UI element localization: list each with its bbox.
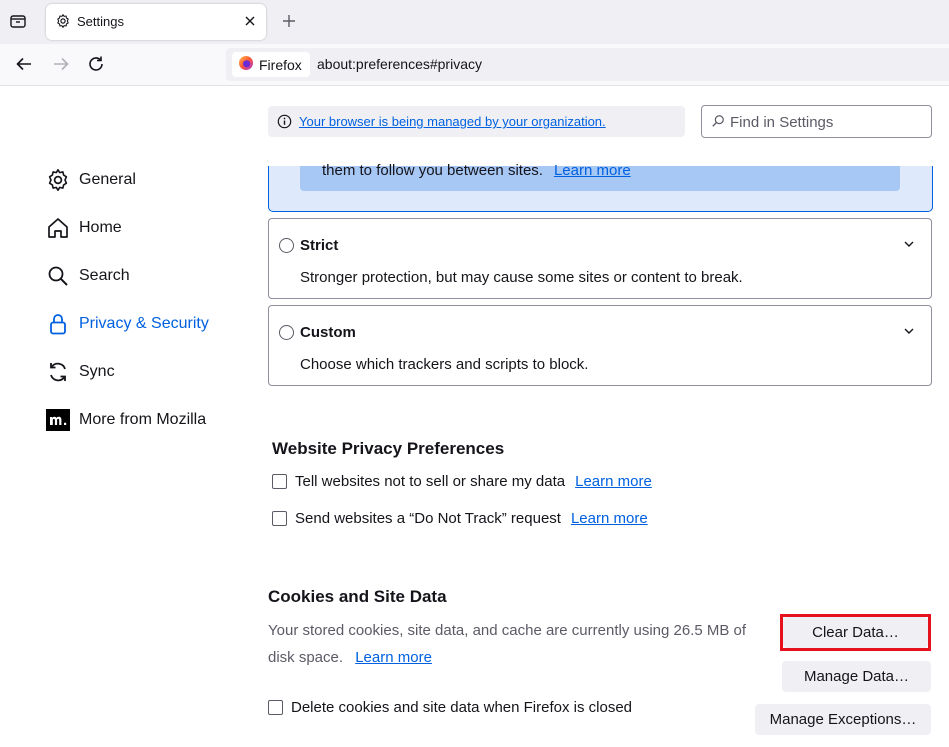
sidebar-item-label: Privacy & Security — [79, 315, 209, 332]
strict-option-card[interactable]: Strict Stronger protection, but may caus… — [268, 218, 932, 299]
delete-on-close-checkbox[interactable] — [268, 700, 283, 715]
strict-radio[interactable] — [279, 238, 294, 253]
cookies-usage-text-2: disk space. — [268, 649, 344, 666]
identity-box[interactable]: Firefox — [232, 52, 310, 77]
custom-description: Choose which trackers and scripts to blo… — [300, 356, 589, 373]
dnt-checkbox[interactable] — [272, 511, 287, 526]
reload-icon[interactable] — [86, 54, 106, 78]
sidebar-item-label: Search — [79, 267, 130, 284]
sidebar-item-label: More from Mozilla — [79, 411, 207, 428]
sidebar-item-label: Sync — [79, 363, 115, 380]
custom-radio[interactable] — [279, 325, 294, 340]
gear-icon — [55, 13, 71, 33]
tab-title: Settings — [77, 14, 124, 29]
magnifier-icon — [48, 266, 68, 286]
standard-protection-card: them to follow you between sites. Learn m… — [268, 162, 933, 212]
identity-label: Firefox — [259, 56, 302, 73]
website-privacy-heading: Website Privacy Preferences — [272, 439, 505, 458]
sidebar-item-more-from-mozilla[interactable]: More from Mozilla — [46, 408, 206, 432]
gpc-learn-more-link[interactable]: Learn more — [575, 473, 652, 490]
dnt-label[interactable]: Send websites a “Do Not Track” request — [295, 510, 561, 527]
tab-strip: Settings — [0, 0, 949, 44]
clear-data-highlight — [780, 614, 931, 651]
managed-policies-link[interactable]: Your browser is being managed by your or… — [299, 114, 606, 129]
chevron-down-icon[interactable] — [903, 237, 915, 254]
sidebar-item-general[interactable]: General — [46, 168, 136, 192]
strict-title: Strict — [300, 237, 339, 254]
sidebar-item-privacy-security[interactable]: Privacy & Security — [46, 312, 209, 336]
sidebar-item-sync[interactable]: Sync — [46, 360, 115, 384]
back-arrow-icon[interactable] — [14, 54, 34, 78]
search-input[interactable] — [728, 110, 927, 134]
delete-on-close-label[interactable]: Delete cookies and site data when Firefo… — [291, 699, 632, 716]
strict-description: Stronger protection, but may cause some … — [300, 269, 743, 286]
forward-arrow-icon[interactable] — [51, 54, 71, 78]
sidebar-item-home[interactable]: Home — [46, 216, 122, 240]
cookies-description: Your stored cookies, site data, and cach… — [268, 617, 748, 671]
close-icon[interactable] — [242, 13, 258, 33]
gpc-checkbox[interactable] — [272, 474, 287, 489]
sync-icon — [50, 362, 66, 382]
cookies-usage-text: Your stored cookies, site data, and cach… — [268, 622, 747, 639]
sidebar-item-label: General — [79, 171, 136, 188]
url-text[interactable]: about:preferences#privacy — [317, 56, 482, 72]
tab-list-icon[interactable] — [9, 12, 27, 34]
dnt-row: Send websites a “Do Not Track” request L… — [272, 510, 648, 527]
standard-details: them to follow you between sites. Learn m… — [300, 162, 900, 191]
settings-search-box[interactable] — [701, 105, 932, 138]
gpc-row: Tell websites not to sell or share my da… — [272, 473, 652, 490]
custom-option-card[interactable]: Custom Choose which trackers and scripts… — [268, 305, 932, 386]
plus-icon[interactable] — [280, 12, 298, 34]
standard-details-text: them to follow you between sites. Learn m… — [322, 162, 631, 179]
search-icon — [711, 114, 725, 132]
standard-learn-more-link[interactable]: Learn more — [554, 162, 631, 179]
sidebar-item-search[interactable]: Search — [46, 264, 130, 288]
gpc-label[interactable]: Tell websites not to sell or share my da… — [295, 473, 565, 490]
cookies-learn-more-link[interactable]: Learn more — [355, 649, 432, 666]
navigation-bar: Firefox about:preferences#privacy — [0, 44, 949, 86]
dnt-learn-more-link[interactable]: Learn more — [571, 510, 648, 527]
custom-title: Custom — [300, 324, 356, 341]
manage-exceptions-button[interactable]: Manage Exceptions… — [755, 704, 931, 735]
cookies-heading: Cookies and Site Data — [268, 587, 447, 606]
tab-settings[interactable]: Settings — [46, 4, 266, 40]
gear-icon — [48, 169, 68, 191]
home-icon — [48, 218, 68, 238]
chevron-down-icon[interactable] — [903, 324, 915, 341]
mozilla-logo-icon — [46, 409, 70, 431]
managed-notice: Your browser is being managed by your or… — [268, 106, 685, 137]
url-bar[interactable]: Firefox about:preferences#privacy — [226, 48, 949, 81]
lock-icon — [50, 314, 66, 335]
delete-on-close-row: Delete cookies and site data when Firefo… — [268, 699, 632, 716]
info-icon — [277, 114, 292, 133]
standard-partial-text: them to follow you between sites. — [322, 162, 543, 179]
manage-data-button[interactable]: Manage Data… — [782, 661, 931, 692]
firefox-logo-icon — [238, 55, 254, 74]
sidebar-item-label: Home — [79, 219, 122, 236]
